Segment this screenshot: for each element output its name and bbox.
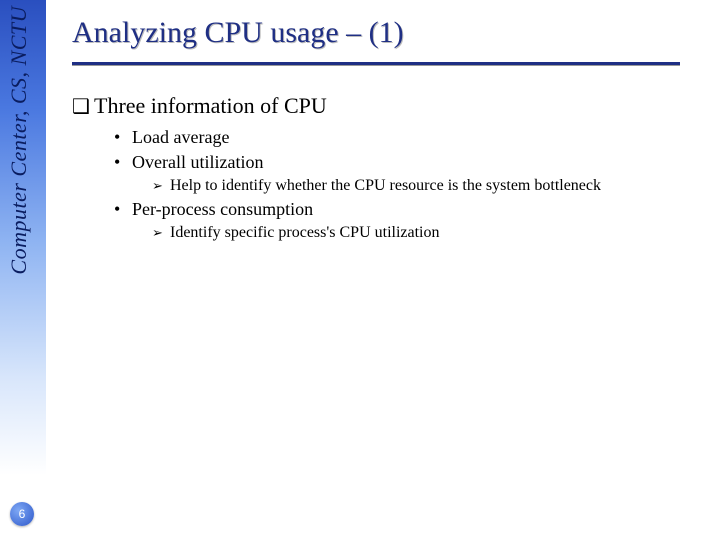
list-item: ➢ Identify specific process's CPU utiliz… (152, 224, 704, 242)
list-item: • Overall utilization (114, 152, 704, 173)
list-text: Identify specific process's CPU utilizat… (170, 224, 704, 242)
organization-label: Computer Center, CS, NCTU (6, 6, 32, 275)
square-bullet-icon: ❑ (72, 94, 94, 119)
list-item: • Load average (114, 127, 704, 148)
content-area: Analyzing CPU usage – (1) ❑ Three inform… (72, 16, 704, 524)
slide: Computer Center, CS, NCTU 6 Analyzing CP… (0, 0, 720, 540)
page-number: 6 (19, 507, 26, 521)
body: ❑ Three information of CPU • Load averag… (72, 93, 704, 242)
triangle-bullet-icon: ➢ (152, 225, 170, 241)
list-text: Per-process consumption (132, 199, 704, 220)
title-underline (72, 62, 680, 65)
list-item: ➢ Help to identify whether the CPU resou… (152, 177, 704, 195)
list-item: • Per-process consumption (114, 199, 704, 220)
dot-bullet-icon: • (114, 127, 132, 148)
dot-bullet-icon: • (114, 152, 132, 173)
list-text: Load average (132, 127, 704, 148)
list-text: Three information of CPU (94, 93, 704, 119)
list-text: Help to identify whether the CPU resourc… (170, 177, 704, 195)
sidebar-gradient: Computer Center, CS, NCTU (0, 0, 46, 540)
list-item: ❑ Three information of CPU (72, 93, 704, 119)
triangle-bullet-icon: ➢ (152, 178, 170, 194)
dot-bullet-icon: • (114, 199, 132, 220)
list-text: Overall utilization (132, 152, 704, 173)
slide-title: Analyzing CPU usage – (1) (72, 16, 704, 60)
page-number-badge: 6 (10, 502, 34, 526)
